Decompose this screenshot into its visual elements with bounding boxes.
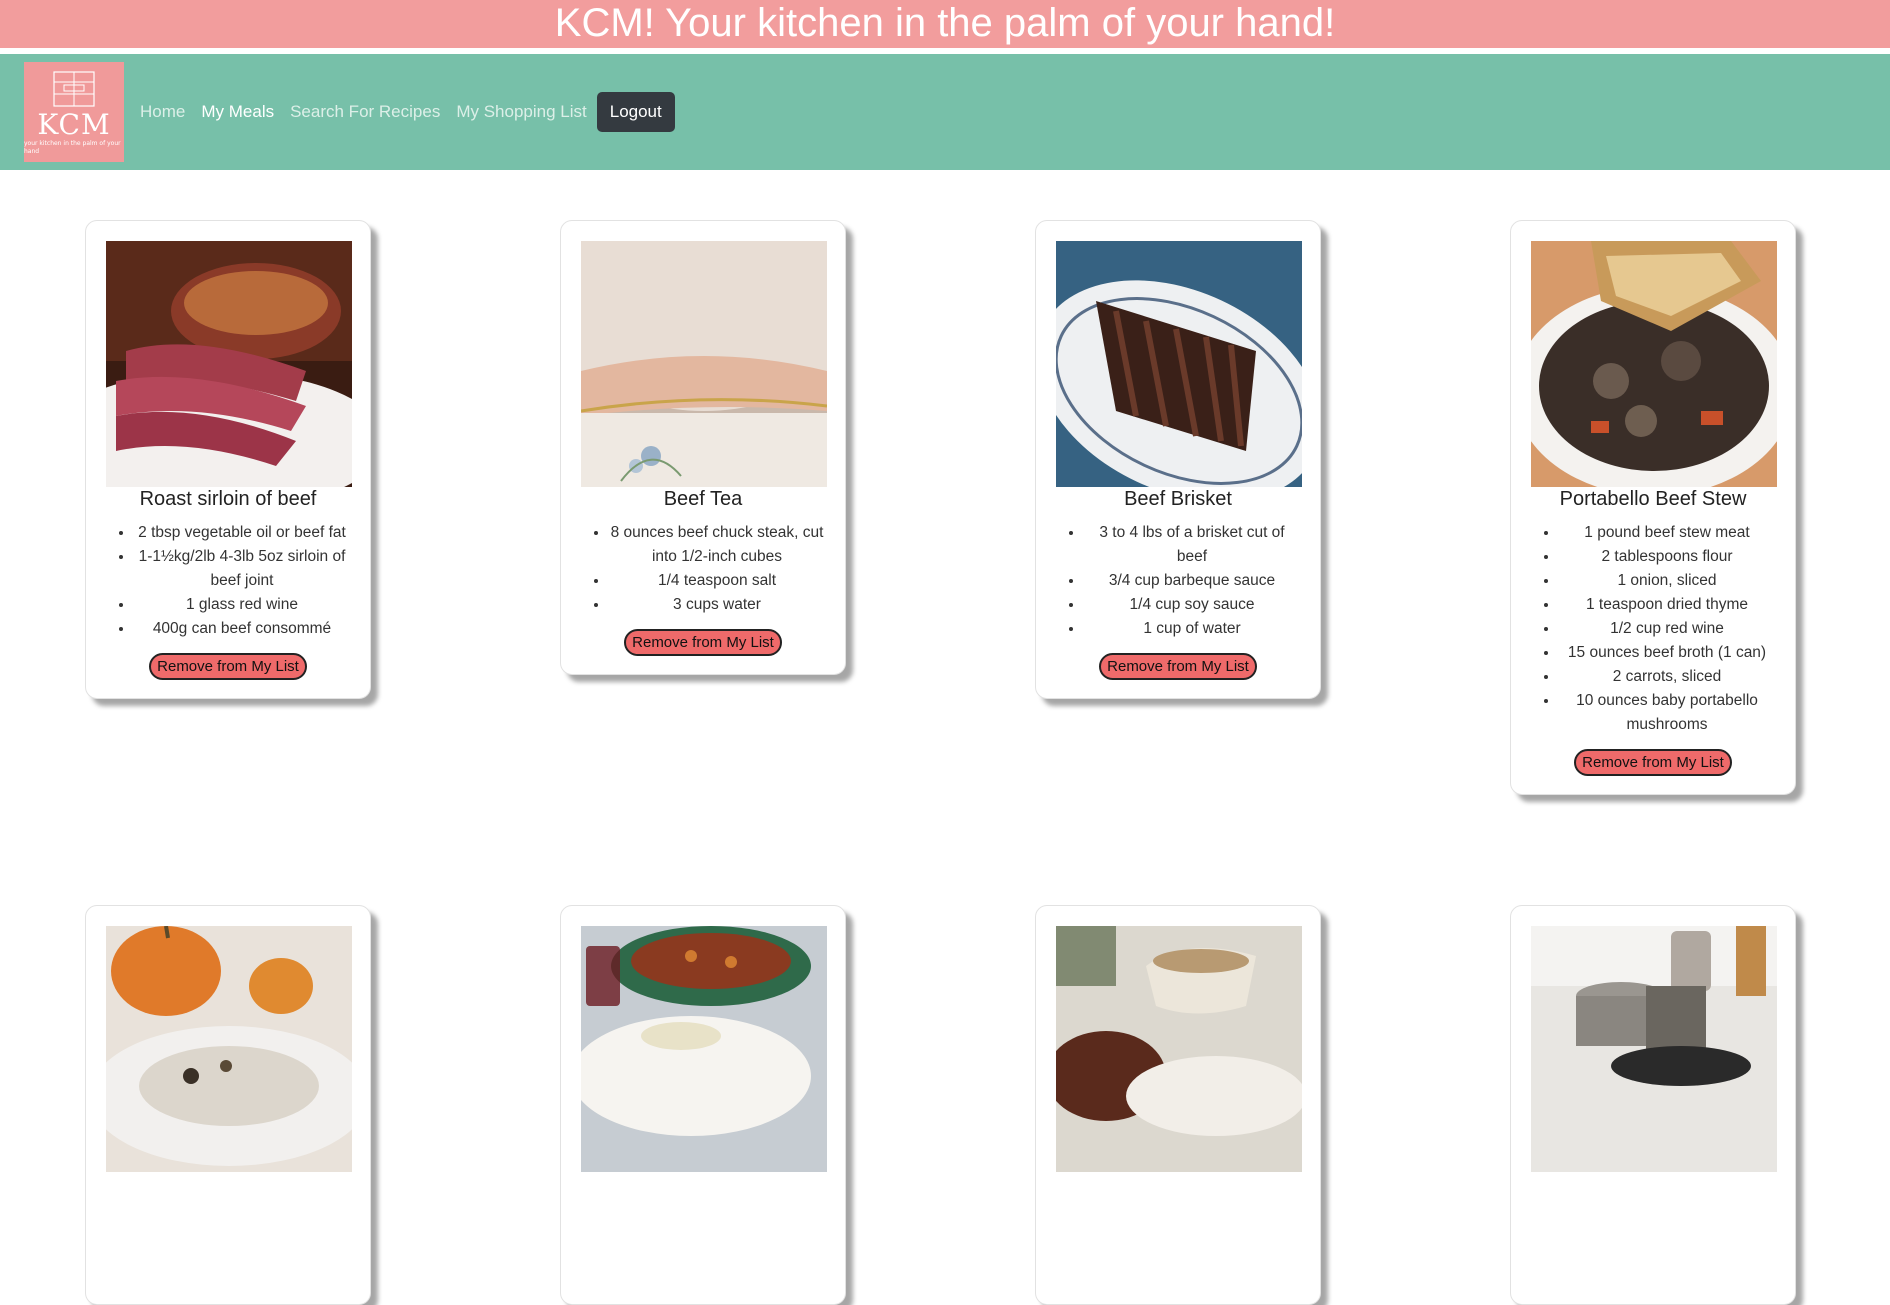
meal-title: Portabello Beef Stew [1559,488,1747,510]
roast-sirloin-image [106,241,352,487]
beef-tea-image [581,241,827,487]
nav-shopping-list[interactable]: My Shopping List [456,102,586,122]
kcm-logo[interactable]: KCM your kitchen in the palm of your han… [24,62,124,162]
remove-from-list-button[interactable]: Remove from My List [149,653,307,680]
meal-card: Beef Brisket 3 to 4 lbs of a brisket cut… [1035,220,1321,699]
meal-card [560,905,846,1305]
remove-from-list-button[interactable]: Remove from My List [1099,653,1257,680]
ingredient-list: 2 tbsp vegetable oil or beef fat 1-1½kg/… [106,521,350,641]
ingredient-list: 3 to 4 lbs of a brisket cut of beef 3/4 … [1056,521,1300,641]
meal-title: Beef Brisket [1124,488,1232,510]
ingredient-item: 10 ounces baby portabello mushrooms [1559,689,1775,737]
ingredient-item: 400g can beef consommé [134,617,350,641]
ingredient-item: 15 ounces beef broth (1 can) [1559,641,1775,665]
ingredient-item: 3/4 cup barbeque sauce [1084,569,1300,593]
ingredient-item: 1 onion, sliced [1559,569,1775,593]
logout-button[interactable]: Logout [596,92,675,132]
ingredient-item: 8 ounces beef chuck steak, cut into 1/2-… [609,521,825,569]
logo-text: KCM [37,108,111,141]
ingredient-item: 1 cup of water [1084,617,1300,641]
gravy-boat-image [1056,926,1302,1172]
ingredient-list: 8 ounces beef chuck steak, cut into 1/2-… [581,521,825,617]
meal-card [1510,905,1796,1305]
ingredient-item: 1 glass red wine [134,593,350,617]
remove-from-list-button[interactable]: Remove from My List [624,629,782,656]
meal-card [85,905,371,1305]
ingredient-item: 1/4 cup soy sauce [1084,593,1300,617]
meal-card [1035,905,1321,1305]
ingredient-item: 2 tbsp vegetable oil or beef fat [134,521,350,545]
ingredient-item: 3 cups water [609,593,825,617]
meal-title: Roast sirloin of beef [139,488,317,510]
nav-home[interactable]: Home [140,102,185,122]
ingredient-item: 1/2 cup red wine [1559,617,1775,641]
logo-tagline: your kitchen in the palm of your hand [24,140,121,155]
ingredient-item: 2 tablespoons flour [1559,545,1775,569]
ingredient-item: 1/4 teaspoon salt [609,569,825,593]
ingredient-item: 3 to 4 lbs of a brisket cut of beef [1084,521,1300,569]
top-banner: KCM! Your kitchen in the palm of your ha… [0,0,1890,48]
meal-title: Beef Tea [663,488,743,510]
nav-my-meals[interactable]: My Meals [201,102,274,122]
beef-brisket-image [1056,241,1302,487]
ingredient-item: 1 teaspoon dried thyme [1559,593,1775,617]
casserole-image [581,926,827,1172]
nav-search-recipes[interactable]: Search For Recipes [290,102,440,122]
meal-card: Portabello Beef Stew 1 pound beef stew m… [1510,220,1796,795]
ingredient-list: 1 pound beef stew meat 2 tablespoons flo… [1531,521,1775,737]
ingredient-item: 2 carrots, sliced [1559,665,1775,689]
meal-card: Beef Tea 8 ounces beef chuck steak, cut … [560,220,846,675]
ingredient-item: 1 pound beef stew meat [1559,521,1775,545]
navbar: KCM your kitchen in the palm of your han… [0,54,1890,170]
meal-card: Roast sirloin of beef 2 tbsp vegetable o… [85,220,371,699]
kitchen-icon [53,71,95,107]
pumpkin-dish-image [106,926,352,1172]
ingredient-item: 1-1½kg/2lb 4-3lb 5oz sirloin of beef joi… [134,545,350,593]
portabello-stew-image [1531,241,1777,487]
remove-from-list-button[interactable]: Remove from My List [1574,749,1732,776]
stovetop-pot-image [1531,926,1777,1172]
